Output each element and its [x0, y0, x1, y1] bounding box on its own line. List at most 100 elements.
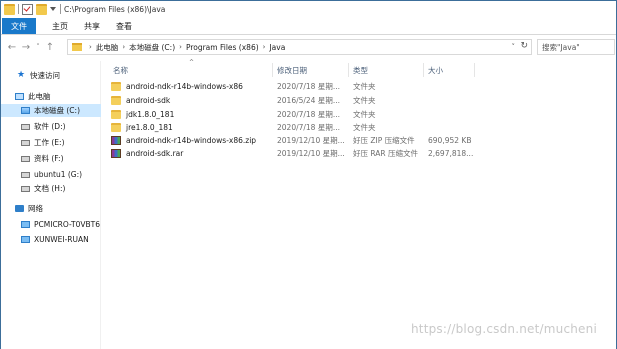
file-date: 2019/12/10 星期...	[277, 136, 345, 145]
file-row[interactable]: android-ndk-r14b-windows-x86.zip 2019/12…	[111, 134, 491, 147]
folder-icon	[4, 3, 15, 15]
tab-file[interactable]: 文件	[2, 18, 36, 34]
file-date: 2019/12/10 星期...	[277, 149, 345, 158]
nav-label: ubuntu1 (G:)	[34, 170, 83, 179]
computer-icon	[15, 93, 24, 100]
title-bar: C:\Program Files (x86)\Java	[1, 1, 616, 17]
drive-icon	[21, 155, 30, 162]
folder-icon	[111, 123, 121, 132]
drive-icon	[21, 107, 30, 114]
file-name-cell: android-sdk	[111, 94, 170, 107]
column-divider[interactable]	[348, 63, 349, 77]
file-type: 好压 ZIP 压缩文件	[353, 136, 415, 145]
file-name: android-sdk.rar	[126, 149, 184, 158]
nav-drive-h[interactable]: 文档 (H:)	[1, 182, 101, 195]
breadcrumb-separator[interactable]: ›	[263, 43, 266, 51]
drive-icon	[21, 123, 30, 130]
column-header-size[interactable]: 大小	[428, 63, 443, 77]
file-type: 文件夹	[353, 110, 376, 119]
network-icon	[15, 205, 24, 212]
file-name: jre1.8.0_181	[126, 123, 173, 132]
search-placeholder: 搜索"Java"	[542, 42, 580, 52]
file-size: 690,952 KB	[428, 136, 472, 145]
address-dropdown-chevron-icon[interactable]: ˅	[512, 43, 516, 51]
back-arrow-icon[interactable]: ←	[5, 40, 19, 54]
new-folder-icon[interactable]	[36, 3, 47, 15]
nav-network-pc-1[interactable]: PCMICRO-T0VBT6	[1, 218, 101, 231]
file-name-cell: android-sdk.rar	[111, 147, 183, 160]
file-row[interactable]: jre1.8.0_181 2020/7/18 星期... 文件夹	[111, 121, 491, 134]
refresh-icon[interactable]: ↻	[520, 41, 528, 51]
drive-icon	[21, 139, 30, 146]
nav-drive-g[interactable]: ubuntu1 (G:)	[1, 168, 101, 181]
nav-drive-e[interactable]: 工作 (E:)	[1, 136, 101, 149]
column-header-type[interactable]: 类型	[353, 63, 368, 77]
nav-quick-access[interactable]: ★ 快速访问	[1, 69, 101, 82]
tab-home[interactable]: 主页	[44, 18, 76, 34]
breadcrumb-drive-c[interactable]: 本地磁盘 (C:)	[129, 42, 175, 53]
nav-label: 此电脑	[28, 92, 51, 101]
nav-label: PCMICRO-T0VBT6	[34, 220, 101, 229]
nav-label: 文档 (H:)	[34, 184, 66, 193]
file-row[interactable]: android-ndk-r14b-windows-x86 2020/7/18 星…	[111, 80, 491, 93]
star-icon: ★	[17, 70, 26, 80]
recent-locations-chevron-icon[interactable]: ˅	[33, 40, 43, 54]
window-title: C:\Program Files (x86)\Java	[64, 4, 166, 14]
file-date: 2016/5/24 星期...	[277, 96, 340, 105]
properties-icon[interactable]	[22, 3, 33, 15]
file-date: 2020/7/18 星期...	[277, 82, 340, 91]
nav-drive-c[interactable]: 本地磁盘 (C:)	[1, 104, 101, 117]
navigation-pane: ★ 快速访问 此电脑 本地磁盘 (C:) 软件 (D:) 工作 (E:) 资料 …	[1, 61, 101, 349]
up-arrow-icon[interactable]: ↑	[43, 40, 57, 54]
breadcrumb-separator[interactable]: ›	[89, 43, 92, 51]
breadcrumb-this-pc[interactable]: 此电脑	[96, 42, 119, 53]
breadcrumb-separator[interactable]: ›	[179, 43, 182, 51]
file-size: 2,697,818...	[428, 149, 474, 158]
nav-label: 本地磁盘 (C:)	[34, 106, 80, 115]
nav-label: 软件 (D:)	[34, 122, 66, 131]
nav-drive-f[interactable]: 资料 (F:)	[1, 152, 101, 165]
column-divider[interactable]	[272, 63, 273, 77]
nav-label: 资料 (F:)	[34, 154, 64, 163]
file-type: 文件夹	[353, 82, 376, 91]
file-name: jdk1.8.0_181	[126, 110, 175, 119]
sort-caret-icon: ^	[189, 59, 195, 66]
network-computer-icon	[21, 236, 30, 243]
nav-label: 快速访问	[30, 71, 60, 80]
archive-icon	[111, 136, 121, 145]
breadcrumb-program-files[interactable]: Program Files (x86)	[186, 43, 259, 52]
file-list: ^ 名称 修改日期 类型 大小 android-ndk-r14b-windows…	[105, 59, 616, 349]
file-row[interactable]: android-sdk 2016/5/24 星期... 文件夹	[111, 94, 491, 107]
watermark: https://blog.csdn.net/mucheni	[411, 322, 597, 336]
network-computer-icon	[21, 221, 30, 228]
column-header-name[interactable]: 名称	[113, 63, 128, 77]
nav-label: 工作 (E:)	[34, 138, 65, 147]
file-row[interactable]: jdk1.8.0_181 2020/7/18 星期... 文件夹	[111, 108, 491, 121]
file-date: 2020/7/18 星期...	[277, 110, 340, 119]
column-divider[interactable]	[474, 63, 475, 77]
nav-network-pc-2[interactable]: XUNWEI-RUAN	[1, 233, 101, 246]
drive-icon	[21, 185, 30, 192]
file-name-cell: jre1.8.0_181	[111, 121, 173, 134]
nav-this-pc[interactable]: 此电脑	[1, 90, 101, 103]
forward-arrow-icon[interactable]: →	[19, 40, 33, 54]
tab-share[interactable]: 共享	[76, 18, 108, 34]
nav-drive-d[interactable]: 软件 (D:)	[1, 120, 101, 133]
address-bar[interactable]: › 此电脑 › 本地磁盘 (C:) › Program Files (x86) …	[67, 39, 532, 55]
folder-icon	[111, 110, 121, 119]
column-header-date[interactable]: 修改日期	[277, 63, 307, 77]
column-divider[interactable]	[423, 63, 424, 77]
tab-view[interactable]: 查看	[108, 18, 140, 34]
nav-label: 网络	[28, 204, 43, 213]
drive-icon	[21, 171, 30, 178]
folder-icon	[72, 43, 82, 51]
explorer-window: C:\Program Files (x86)\Java 文件 主页 共享 查看 …	[0, 0, 617, 349]
file-type: 文件夹	[353, 123, 376, 132]
breadcrumb-java[interactable]: Java	[269, 43, 285, 52]
file-row[interactable]: android-sdk.rar 2019/12/10 星期... 好压 RAR …	[111, 147, 491, 160]
breadcrumb-separator[interactable]: ›	[122, 43, 125, 51]
file-name: android-ndk-r14b-windows-x86	[126, 82, 243, 91]
search-input[interactable]: 搜索"Java"	[537, 39, 615, 55]
nav-network[interactable]: 网络	[1, 202, 101, 215]
customize-toolbar-icon[interactable]	[50, 7, 56, 11]
